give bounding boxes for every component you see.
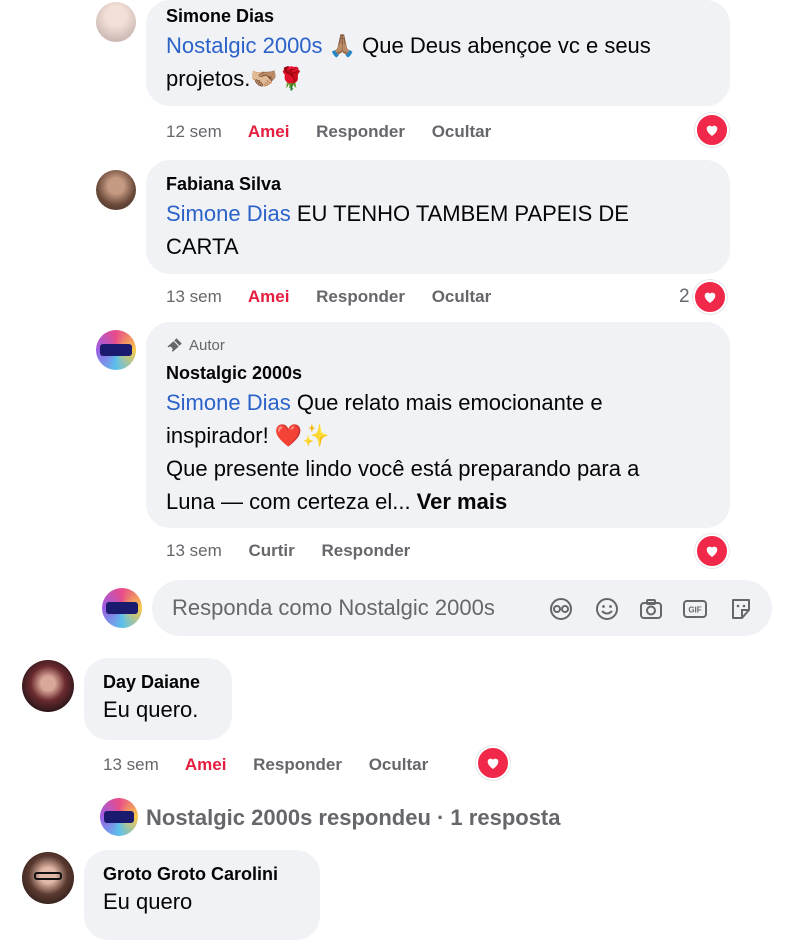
composer-avatar	[102, 588, 142, 628]
comment-author[interactable]: Day Daiane	[103, 672, 213, 693]
comment-text-line2: CARTA	[166, 234, 239, 259]
see-more-link[interactable]: Ver mais	[417, 489, 508, 514]
mention-link[interactable]: Nostalgic 2000s	[166, 33, 323, 58]
avatar-day-daiane[interactable]	[22, 660, 74, 712]
svg-text:GIF: GIF	[688, 606, 701, 615]
avatar-groto-carolini[interactable]	[22, 852, 74, 904]
avatar-fabiana-silva[interactable]	[96, 170, 136, 210]
reply-button[interactable]: Responder	[316, 287, 405, 306]
comment-bubble-simone-dias: Simone Dias Nostalgic 2000s 🙏🏽 Que Deus …	[146, 0, 730, 106]
hide-button[interactable]: Ocultar	[432, 287, 492, 306]
comment-bubble-nostalgic-2000s: Autor Nostalgic 2000s Simone Dias Que re…	[146, 322, 730, 528]
author-badge: Autor	[166, 334, 710, 356]
avatar-sticker-icon[interactable]	[548, 596, 574, 622]
comment-author[interactable]: Groto Groto Carolini	[103, 864, 301, 885]
heart-icon[interactable]	[695, 113, 729, 147]
love-button[interactable]: Amei	[248, 122, 290, 141]
mention-link[interactable]: Simone Dias	[166, 390, 291, 415]
reaction-count[interactable]: 2	[679, 286, 690, 308]
reply-input[interactable]: Responda como Nostalgic 2000s GIF	[152, 580, 772, 636]
heart-icon[interactable]	[476, 746, 510, 780]
love-button[interactable]: Amei	[248, 287, 290, 306]
comment-time[interactable]: 13 sem	[166, 287, 222, 306]
comment-bubble-day-daiane: Day Daiane Eu quero.	[84, 658, 232, 740]
hide-button[interactable]: Ocultar	[369, 755, 429, 774]
like-button[interactable]: Curtir	[248, 541, 294, 560]
microphone-icon	[167, 338, 182, 352]
comment-actions: 13 sem Amei Responder Ocultar	[103, 755, 450, 775]
comment-author[interactable]: Simone Dias	[166, 6, 710, 27]
reply-placeholder: Responda como Nostalgic 2000s	[172, 595, 495, 620]
mention-link[interactable]: Simone Dias	[166, 201, 291, 226]
comment-time[interactable]: 12 sem	[166, 122, 222, 141]
comment-actions: 12 sem Amei Responder Ocultar	[166, 122, 513, 142]
comment-text: EU TENHO TAMBEM PAPEIS DE	[290, 201, 629, 226]
comment-text-line2: inspirador! ❤️✨	[166, 423, 330, 448]
comment-actions: 13 sem Amei Responder Ocultar	[166, 287, 513, 307]
love-button[interactable]: Amei	[185, 755, 227, 774]
comment-text: Eu quero.	[103, 697, 199, 722]
comment-author[interactable]: Fabiana Silva	[166, 174, 710, 195]
comment-time[interactable]: 13 sem	[103, 755, 159, 774]
comment-text: Que relato mais emocionante e	[290, 390, 603, 415]
comment-text: 🙏🏽 Que Deus abençoe vc e seus	[322, 33, 651, 58]
reply-button[interactable]: Responder	[322, 541, 411, 560]
camera-icon[interactable]	[638, 596, 664, 622]
view-replies-link[interactable]: Nostalgic 2000s respondeu · 1 resposta	[146, 805, 561, 831]
replies-avatar	[100, 798, 138, 836]
comment-time[interactable]: 13 sem	[166, 541, 222, 560]
sticker-icon[interactable]	[728, 596, 754, 622]
avatar-simone-dias[interactable]	[96, 2, 136, 42]
comment-bubble-fabiana-silva: Fabiana Silva Simone Dias EU TENHO TAMBE…	[146, 160, 730, 274]
comment-author[interactable]: Nostalgic 2000s	[166, 363, 710, 384]
comment-text-line2: projetos.🫱🏼‍🫲🏽🌹	[166, 66, 306, 91]
comment-actions: 13 sem Curtir Responder	[166, 541, 432, 561]
reply-button[interactable]: Responder	[253, 755, 342, 774]
reply-button[interactable]: Responder	[316, 122, 405, 141]
gif-icon[interactable]: GIF	[682, 596, 708, 622]
comment-bubble-groto-carolini: Groto Groto Carolini Eu quero	[84, 850, 320, 940]
emoji-icon[interactable]	[594, 596, 620, 622]
comment-text-line3: Que presente lindo você está preparando …	[166, 456, 640, 481]
avatar-nostalgic-2000s[interactable]	[96, 330, 136, 370]
hide-button[interactable]: Ocultar	[432, 122, 492, 141]
heart-icon[interactable]	[693, 280, 727, 314]
heart-icon[interactable]	[695, 534, 729, 568]
comment-text: Eu quero	[103, 889, 193, 914]
comment-text-line4: Luna — com certeza el...	[166, 489, 417, 514]
